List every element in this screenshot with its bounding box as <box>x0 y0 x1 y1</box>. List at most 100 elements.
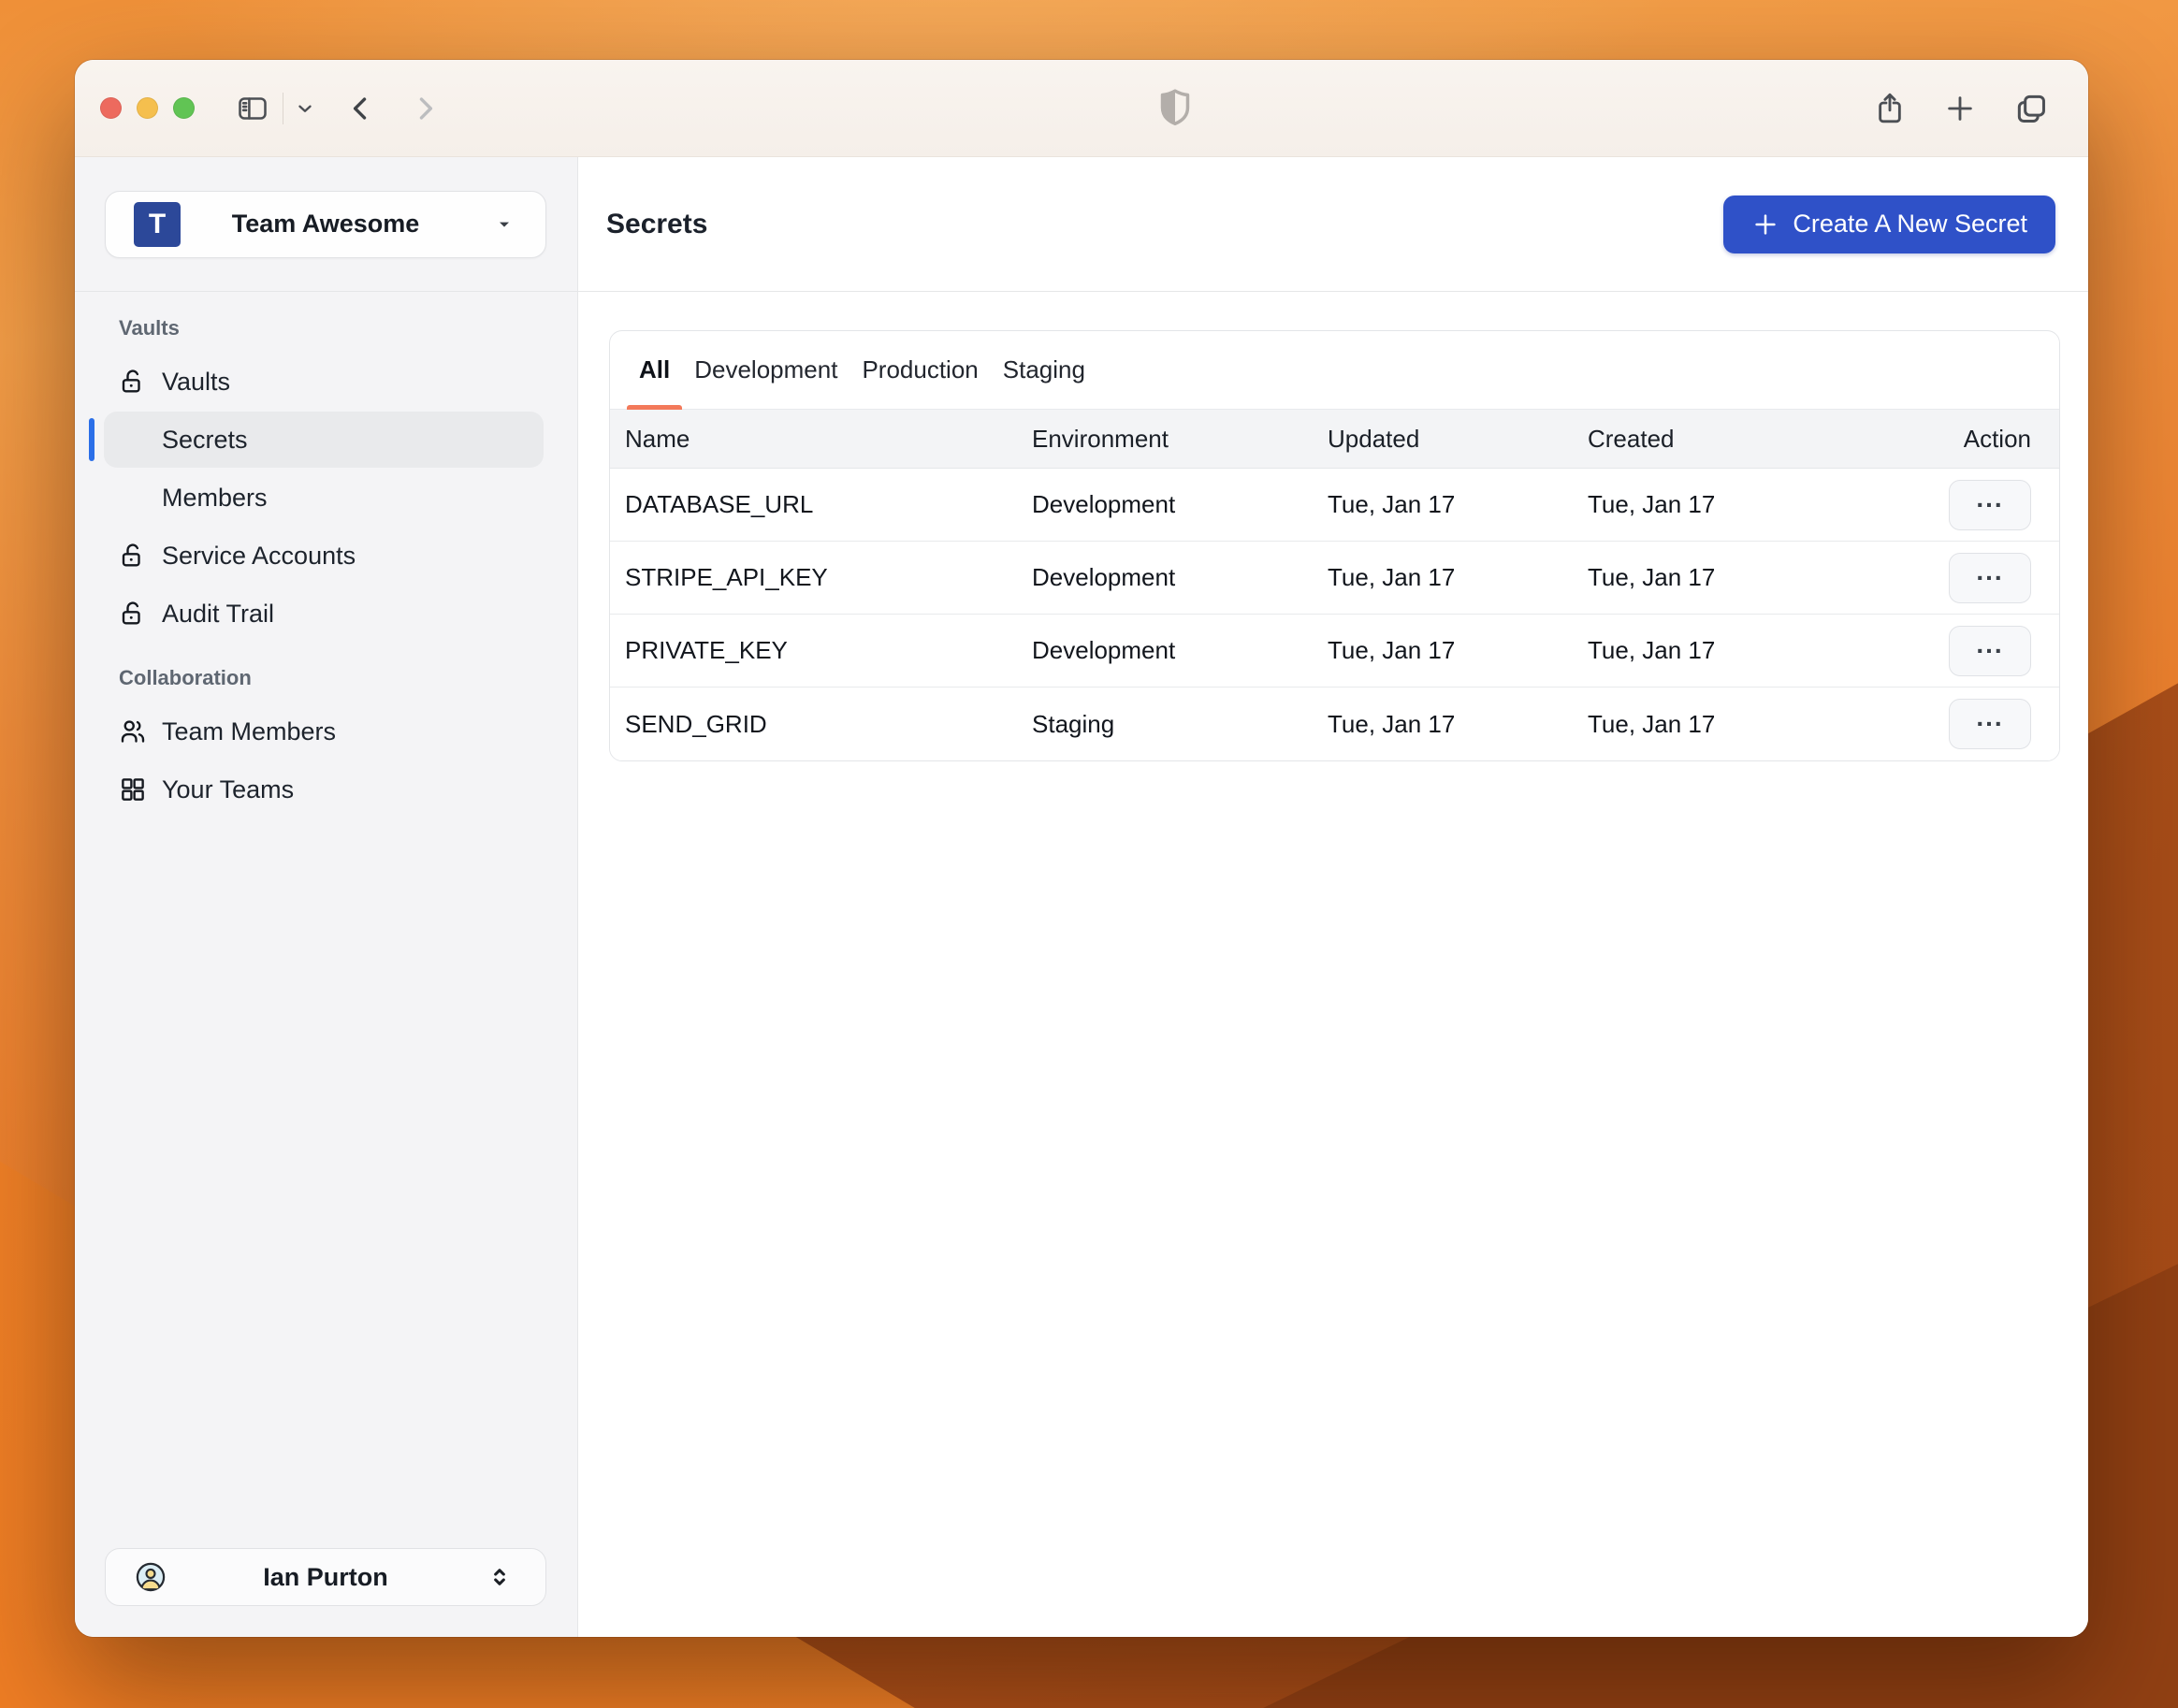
environment-tabs: All Development Production Staging <box>610 331 2059 410</box>
secret-updated: Tue, Jan 17 <box>1328 490 1456 518</box>
create-secret-button[interactable]: Create A New Secret <box>1723 195 2055 253</box>
sidebar-item-secrets[interactable]: Secrets <box>89 412 544 468</box>
caret-down-icon <box>495 215 514 234</box>
forward-button[interactable] <box>409 92 441 125</box>
sidebar-item-label: Members <box>162 483 268 512</box>
secret-created: Tue, Jan 17 <box>1588 636 1716 664</box>
chevrons-up-down-icon <box>487 1565 512 1589</box>
secrets-card: All Development Production Staging Name … <box>609 330 2060 761</box>
sidebar-item-label: Service Accounts <box>162 541 356 570</box>
share-icon[interactable] <box>1873 90 1907 127</box>
sidebar-item-members[interactable]: Members <box>104 470 544 526</box>
column-header-name: Name <box>625 424 690 453</box>
column-header-action: Action <box>1963 424 2031 453</box>
minimize-window-button[interactable] <box>137 97 158 119</box>
secret-name: SEND_GRID <box>625 709 767 738</box>
secret-name: STRIPE_API_KEY <box>625 563 828 591</box>
column-header-created: Created <box>1588 424 1675 453</box>
close-window-button[interactable] <box>100 97 122 119</box>
sidebar: T Team Awesome Vaults Vaults Secrets Mem… <box>75 157 577 1637</box>
team-switcher[interactable]: T Team Awesome <box>105 190 546 258</box>
shield-icon <box>1155 86 1195 131</box>
secret-updated: Tue, Jan 17 <box>1328 709 1456 738</box>
secret-created: Tue, Jan 17 <box>1588 490 1716 518</box>
app-window: T Team Awesome Vaults Vaults Secrets Mem… <box>75 60 2088 1637</box>
lock-open-icon <box>119 368 147 396</box>
secret-updated: Tue, Jan 17 <box>1328 563 1456 591</box>
lock-open-icon <box>119 600 147 628</box>
column-header-environment: Environment <box>1032 424 1169 453</box>
tab-production[interactable]: Production <box>849 331 990 409</box>
sidebar-footer: Ian Purton <box>75 1548 577 1637</box>
table-row: PRIVATE_KEY Development Tue, Jan 17 Tue,… <box>610 615 2059 688</box>
row-actions-button[interactable]: ... <box>1949 479 2031 530</box>
new-tab-icon[interactable] <box>1944 93 1976 124</box>
ellipsis-icon: ... <box>1976 702 2004 731</box>
active-tab-underline <box>627 405 683 410</box>
table-row: SEND_GRID Staging Tue, Jan 17 Tue, Jan 1… <box>610 688 2059 760</box>
tab-label: Staging <box>1002 355 1085 384</box>
titlebar <box>75 60 2088 157</box>
sidebar-item-vaults[interactable]: Vaults <box>104 354 544 410</box>
secret-environment: Development <box>1032 636 1176 664</box>
sidebar-item-audit-trail[interactable]: Audit Trail <box>104 586 544 642</box>
sidebar-item-service-accounts[interactable]: Service Accounts <box>104 528 544 584</box>
tab-all[interactable]: All <box>627 331 683 410</box>
tab-label: All <box>639 355 671 384</box>
secret-created: Tue, Jan 17 <box>1588 563 1716 591</box>
tab-label: Production <box>862 355 979 384</box>
table-row: STRIPE_API_KEY Development Tue, Jan 17 T… <box>610 542 2059 615</box>
row-actions-button[interactable]: ... <box>1949 625 2031 676</box>
row-actions-button[interactable]: ... <box>1949 552 2031 603</box>
tab-staging[interactable]: Staging <box>991 331 1097 409</box>
lock-open-icon <box>119 542 147 570</box>
back-button[interactable] <box>345 92 377 125</box>
ellipsis-icon: ... <box>1976 556 2004 586</box>
secret-name: DATABASE_URL <box>625 490 814 518</box>
sidebar-item-label: Secrets <box>162 425 248 454</box>
tab-label: Development <box>694 355 838 384</box>
ellipsis-icon: ... <box>1976 629 2004 659</box>
sidebar-item-label: Team Members <box>162 716 337 745</box>
main-header: Secrets Create A New Secret <box>578 157 2088 292</box>
chevron-down-icon[interactable] <box>295 98 315 119</box>
main-content: All Development Production Staging Name … <box>578 292 2088 1637</box>
ellipsis-icon: ... <box>1976 483 2004 513</box>
sidebar-item-your-teams[interactable]: Your Teams <box>104 761 544 818</box>
secret-created: Tue, Jan 17 <box>1588 709 1716 738</box>
zoom-window-button[interactable] <box>173 97 195 119</box>
secret-environment: Development <box>1032 563 1176 591</box>
sidebar-item-label: Your Teams <box>162 774 295 803</box>
user-menu[interactable]: Ian Purton <box>105 1548 546 1606</box>
selected-indicator <box>89 418 94 461</box>
sidebar-item-team-members[interactable]: Team Members <box>104 703 544 760</box>
create-secret-label: Create A New Secret <box>1793 210 2027 238</box>
titlebar-right-group <box>1873 90 2049 127</box>
main-panel: Secrets Create A New Secret All Developm… <box>578 157 2088 1637</box>
grid-icon <box>119 775 147 803</box>
secret-updated: Tue, Jan 17 <box>1328 636 1456 664</box>
sidebar-header: T Team Awesome <box>75 157 577 292</box>
tab-overview-icon[interactable] <box>2013 91 2049 126</box>
user-avatar-icon <box>134 1560 167 1594</box>
sidebar-toggle-group <box>234 92 315 125</box>
plus-icon <box>1755 213 1776 235</box>
secret-name: PRIVATE_KEY <box>625 636 788 664</box>
tab-development[interactable]: Development <box>682 331 849 409</box>
table-row: DATABASE_URL Development Tue, Jan 17 Tue… <box>610 469 2059 542</box>
desktop-wallpaper: T Team Awesome Vaults Vaults Secrets Mem… <box>0 0 2178 1708</box>
sidebar-toggle-icon[interactable] <box>234 92 271 125</box>
secret-environment: Development <box>1032 490 1176 518</box>
table-header: Name Environment Updated Created Action <box>610 410 2059 469</box>
sidebar-item-label: Vaults <box>162 367 231 396</box>
sidebar-item-label: Audit Trail <box>162 599 275 628</box>
nav-section-vaults: Vaults <box>119 316 180 340</box>
column-header-updated: Updated <box>1328 424 1420 453</box>
user-name: Ian Purton <box>263 1562 388 1591</box>
users-icon <box>119 717 147 745</box>
team-avatar: T <box>134 201 181 247</box>
secret-environment: Staging <box>1032 709 1115 738</box>
sidebar-nav: Vaults Vaults Secrets Members Service Ac… <box>75 292 577 1548</box>
row-actions-button[interactable]: ... <box>1949 699 2031 749</box>
team-initial: T <box>148 208 167 239</box>
